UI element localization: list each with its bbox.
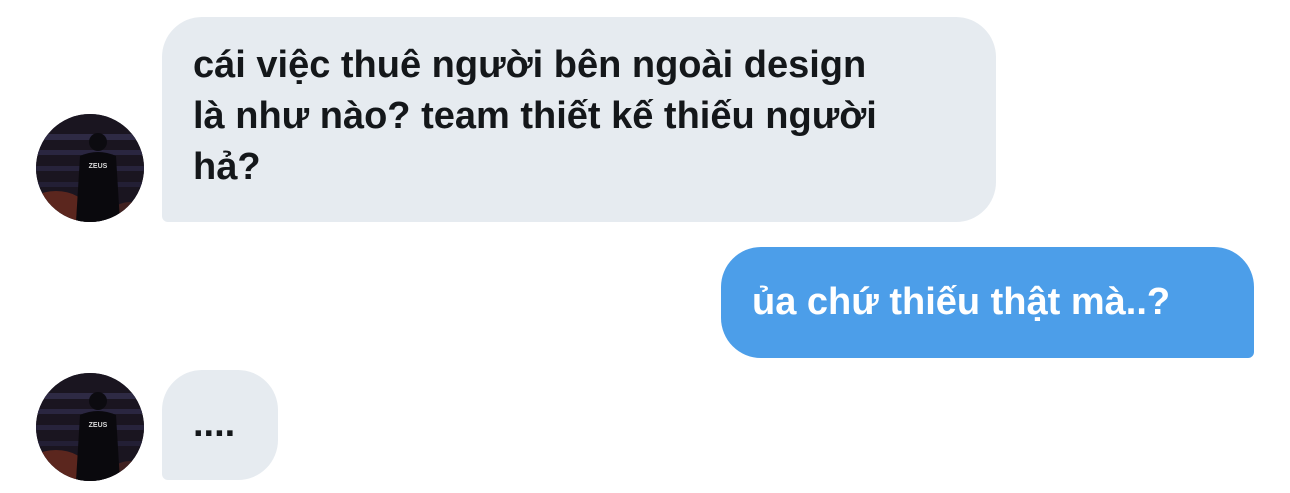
svg-text:ZEUS: ZEUS [89,163,108,170]
message-text-line: cái việc thuê người bên ngoài design [193,44,867,86]
message-text: .... [193,403,236,445]
svg-text:ZEUS: ZEUS [89,422,108,429]
incoming-message-bubble[interactable]: .... [162,370,278,480]
message-text: ủa chứ thiếu thật mà..? [752,281,1171,323]
outgoing-message-bubble[interactable]: ủa chứ thiếu thật mà..? [721,247,1254,358]
incoming-message-bubble[interactable]: cái việc thuê người bên ngoài design là … [162,17,996,222]
message-thread: ZEUS cái việc thuê người bên ngoài desig… [0,0,1290,493]
message-text-line: hả? [193,146,261,188]
sender-avatar[interactable]: ZEUS [36,373,144,481]
message-text-line: là như nào? team thiết kế thiếu người [193,95,877,137]
avatar-photo-icon: ZEUS [36,114,144,222]
sender-avatar[interactable]: ZEUS [36,114,144,222]
avatar-photo-icon: ZEUS [36,373,144,481]
